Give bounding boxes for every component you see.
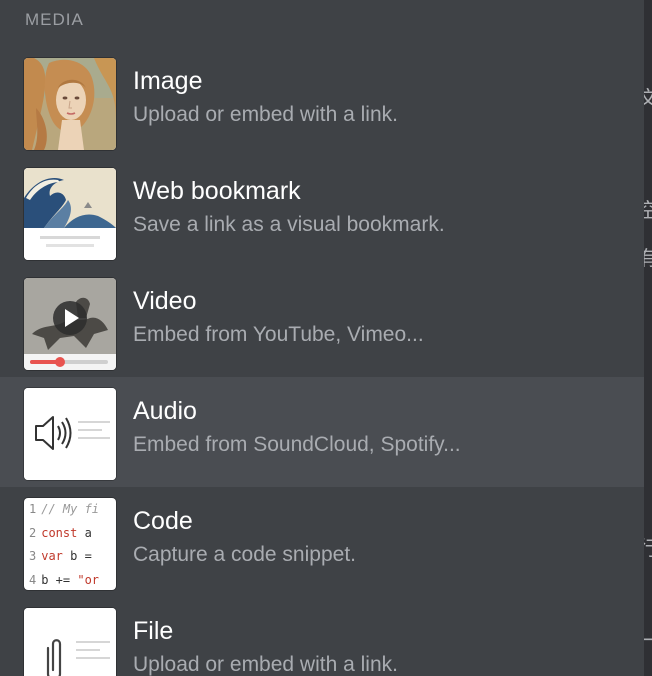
menu-item-description: Capture a code snippet. <box>133 543 356 566</box>
menu-item-video[interactable]: Video Embed from YouTube, Vimeo... <box>0 267 644 377</box>
menu-item-description: Upload or embed with a link. <box>133 103 398 126</box>
code-line-3: 3 var b = <box>29 549 92 563</box>
code-thumbnail-icon: 1// My fi 2 const a 3 var b = 4b += "or <box>24 498 116 590</box>
speaker-icon <box>24 388 116 480</box>
code-line-2: 2 const a <box>29 526 92 540</box>
image-thumbnail-icon <box>24 58 116 150</box>
menu-item-description: Embed from YouTube, Vimeo... <box>133 323 424 346</box>
background-text-glyph: 行 <box>644 538 652 558</box>
menu-item-audio[interactable]: Audio Embed from SoundCloud, Spotify... <box>0 377 644 487</box>
menu-item-description: Upload or embed with a link. <box>133 653 398 676</box>
menu-item-title: Code <box>133 507 193 535</box>
background-text-glyph: 空 <box>644 200 652 220</box>
background-page-edge: 文 空 有 行 一 <box>644 0 652 676</box>
menu-item-description: Embed from SoundCloud, Spotify... <box>133 433 461 456</box>
menu-item-file[interactable]: File Upload or embed with a link. <box>0 597 644 676</box>
bookmark-thumbnail-icon <box>24 168 116 260</box>
video-thumbnail-icon <box>24 278 116 370</box>
menu-item-web-bookmark[interactable]: Web bookmark Save a link as a visual boo… <box>0 157 644 267</box>
menu-item-description: Save a link as a visual bookmark. <box>133 213 445 236</box>
menu-item-code[interactable]: 1// My fi 2 const a 3 var b = 4b += "or Co… <box>0 487 644 597</box>
background-text-glyph: 有 <box>644 248 652 268</box>
section-header-media: MEDIA <box>25 10 84 29</box>
menu-item-title: Video <box>133 287 197 315</box>
menu-item-title: Web bookmark <box>133 177 301 205</box>
code-line-1: 1// My fi <box>29 502 100 516</box>
code-line-4: 4b += "or <box>29 573 100 587</box>
paperclip-icon <box>24 608 116 676</box>
background-text-glyph: 一 <box>644 630 652 650</box>
background-text-glyph: 文 <box>644 88 652 108</box>
block-insert-menu: MEDIA Image Upload or embed with a link. <box>0 0 644 676</box>
menu-item-image[interactable]: Image Upload or embed with a link. <box>0 47 644 157</box>
menu-item-title: Image <box>133 67 203 95</box>
menu-item-title: Audio <box>133 397 197 425</box>
menu-item-title: File <box>133 617 174 645</box>
